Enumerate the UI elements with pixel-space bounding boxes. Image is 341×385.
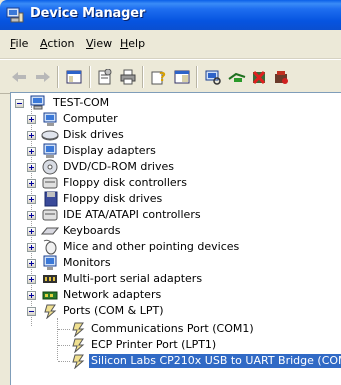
expand-icon[interactable] <box>27 147 36 156</box>
menu-help[interactable]: Help <box>120 37 145 50</box>
console-tree-icon[interactable] <box>63 66 85 88</box>
keyboard-icon <box>41 227 59 235</box>
window-title: Device Manager <box>30 6 146 21</box>
tree-item-lpt1[interactable]: ECP Printer Port (LPT1) <box>11 337 341 353</box>
help-icon[interactable]: ? <box>148 66 170 88</box>
tree-category-computer[interactable]: Computer <box>11 111 331 127</box>
display-adapter-icon <box>43 143 57 158</box>
tree-category-floppy-controllers[interactable]: Floppy disk controllers <box>11 175 331 191</box>
print-icon[interactable] <box>117 66 139 88</box>
network-adapter-icon <box>42 291 58 300</box>
device-manager-icon <box>6 7 24 23</box>
properties-icon[interactable] <box>94 66 116 88</box>
expand-icon[interactable] <box>27 291 36 300</box>
uninstall-icon[interactable] <box>248 66 270 88</box>
expand-icon[interactable] <box>27 211 36 220</box>
expand-icon[interactable] <box>27 195 36 204</box>
tree-root[interactable]: TEST-COM <box>15 95 315 111</box>
tree-category-mice[interactable]: Mice and other pointing devices <box>11 239 331 255</box>
tree-category-display-adapters[interactable]: Display adapters <box>11 143 331 159</box>
expand-icon[interactable] <box>27 115 36 124</box>
tree-category-multiport-serial[interactable]: Multi-port serial adapters <box>11 271 331 287</box>
tree-category-floppy-drives[interactable]: Floppy disk drives <box>11 191 331 207</box>
update-driver-icon[interactable] <box>226 66 248 88</box>
port-icon <box>72 354 85 369</box>
cdrom-icon <box>42 159 58 175</box>
monitor-icon <box>43 255 57 270</box>
disk-drive-icon <box>41 130 59 141</box>
tree-category-dvd-cdrom[interactable]: DVD/CD-ROM drives <box>11 159 331 175</box>
expand-icon[interactable] <box>27 227 36 236</box>
toolbar-separator <box>57 66 59 88</box>
toolbar-separator <box>196 66 198 88</box>
scan-hardware-icon[interactable] <box>202 66 224 88</box>
computer-icon <box>43 112 57 126</box>
tree-category-disk-drives[interactable]: Disk drives <box>11 127 331 143</box>
menu-bar: File Action View Help <box>0 30 341 59</box>
expand-icon[interactable] <box>27 243 36 252</box>
tree-category-ide-ata[interactable]: IDE ATA/ATAPI controllers <box>11 207 331 223</box>
expand-icon[interactable] <box>27 179 36 188</box>
tree-item-cp210x[interactable]: Silicon Labs CP210x USB to UART Bridge (… <box>11 353 341 369</box>
expand-icon[interactable] <box>27 259 36 268</box>
floppy-controller-icon <box>42 177 58 189</box>
toolbar-separator <box>142 66 144 88</box>
forward-icon[interactable] <box>32 66 54 88</box>
collapse-icon[interactable] <box>27 307 36 316</box>
port-icon <box>72 322 85 337</box>
tree-root-label: TEST-COM <box>53 96 110 109</box>
serial-adapter-icon <box>43 275 57 283</box>
menu-action[interactable]: Action <box>40 37 74 50</box>
ide-controller-icon <box>42 209 58 221</box>
tree-category-network-adapters[interactable]: Network adapters <box>11 287 331 303</box>
show-hide-icon[interactable] <box>171 66 193 88</box>
menu-view[interactable]: View <box>86 37 112 50</box>
computer-icon <box>30 95 45 110</box>
title-bar[interactable]: Device Manager <box>0 0 341 30</box>
device-tree[interactable]: TEST-COM Computer Disk drives Display ad… <box>10 92 341 385</box>
collapse-icon[interactable] <box>15 99 24 108</box>
tree-category-keyboards[interactable]: Keyboards <box>11 223 331 239</box>
tree-item-com1[interactable]: Communications Port (COM1) <box>11 321 341 337</box>
port-icon <box>44 304 57 319</box>
menu-file[interactable]: File <box>10 37 28 50</box>
back-icon[interactable] <box>8 66 30 88</box>
tree-category-monitors[interactable]: Monitors <box>11 255 331 271</box>
expand-icon[interactable] <box>27 131 36 140</box>
disable-icon[interactable] <box>270 66 292 88</box>
toolbar-separator <box>89 66 91 88</box>
floppy-drive-icon <box>44 191 58 207</box>
expand-icon[interactable] <box>27 275 36 284</box>
mouse-icon <box>43 239 57 255</box>
port-icon <box>72 338 85 353</box>
svg-text:?: ? <box>159 70 166 84</box>
expand-icon[interactable] <box>27 163 36 172</box>
tree-category-ports[interactable]: Ports (COM & LPT) <box>11 303 331 319</box>
toolbar: ? <box>0 59 341 94</box>
